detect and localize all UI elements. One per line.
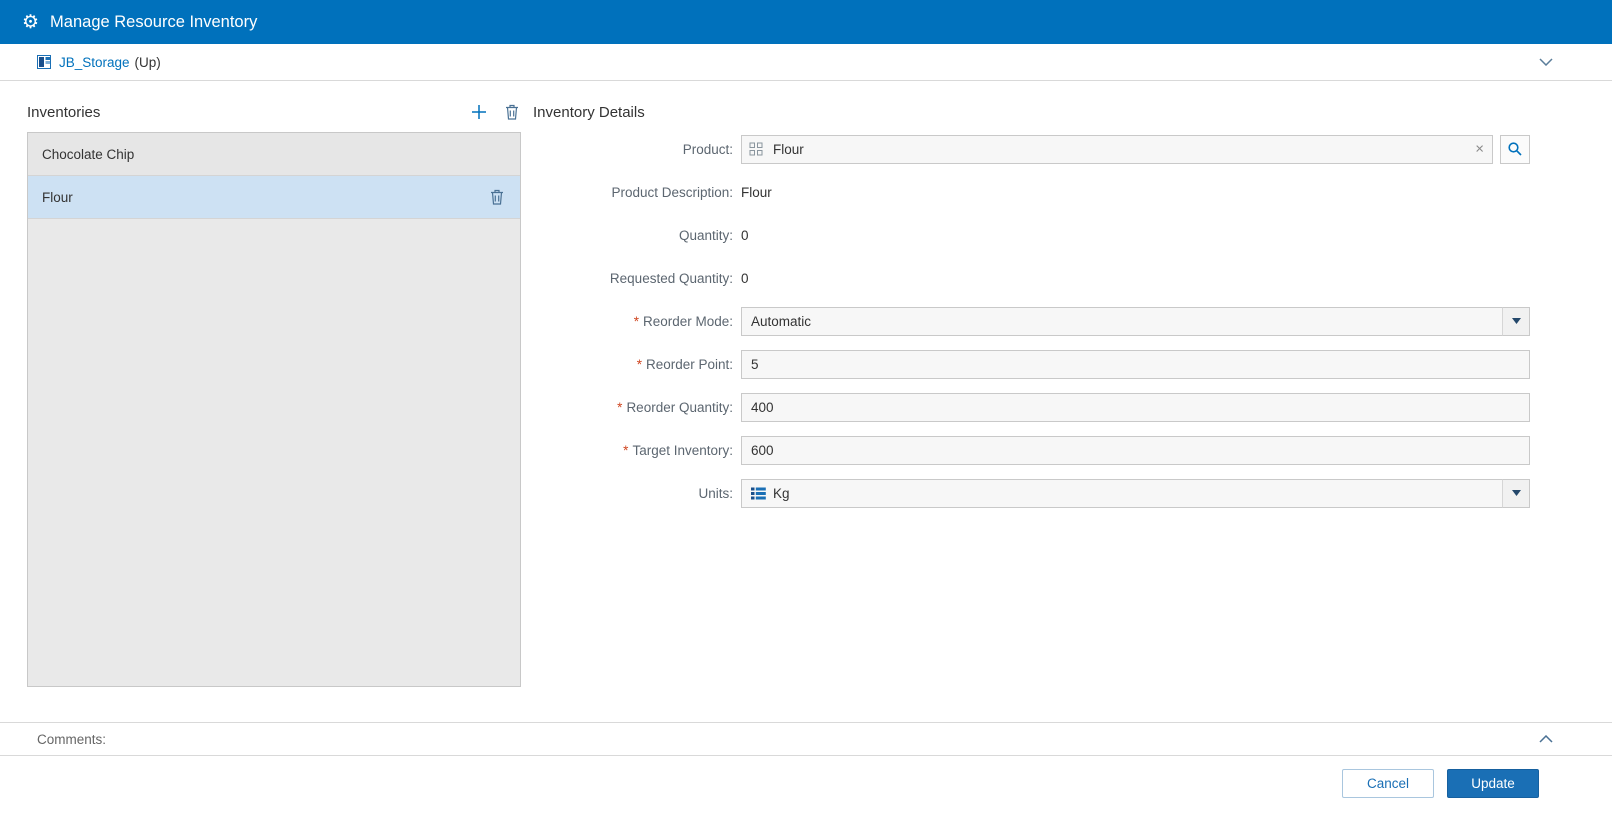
- trash-icon: [491, 189, 503, 205]
- inventories-title: Inventories: [27, 103, 101, 121]
- target-inventory-input[interactable]: [741, 435, 1530, 465]
- breadcrumb-suffix: (Up): [134, 54, 161, 70]
- reorder-quantity-input[interactable]: [741, 392, 1530, 422]
- reorder-mode-value: Automatic: [751, 313, 812, 329]
- chevron-up-icon: [1539, 735, 1553, 743]
- reorder-quantity-label: * Reorder Quantity:: [617, 399, 733, 415]
- requested-quantity-value: 0: [741, 270, 749, 286]
- main-content: Inventories Chocolate Chip Flour Invento…: [0, 81, 1612, 722]
- product-description-value: Flour: [741, 184, 772, 200]
- product-input[interactable]: [741, 134, 1493, 164]
- plus-icon: [472, 105, 486, 119]
- requested-quantity-label: Requested Quantity:: [609, 270, 733, 286]
- inventory-details-panel: Inventory Details Product: Flour × Produ…: [533, 98, 1612, 722]
- footer-actions: Cancel Update: [0, 755, 1612, 832]
- delete-row-button[interactable]: [488, 187, 506, 207]
- product-icon: [749, 142, 763, 156]
- details-title: Inventory Details: [533, 103, 645, 121]
- chevron-down-icon: [1539, 58, 1553, 66]
- product-label: Product:: [682, 141, 733, 157]
- units-label: Units:: [698, 485, 733, 501]
- units-value: Kg: [773, 485, 790, 501]
- comments-section: Comments:: [0, 722, 1612, 755]
- units-select[interactable]: Kg: [741, 478, 1530, 508]
- quantity-label: Quantity:: [678, 227, 733, 243]
- product-description-label: Product Description:: [611, 184, 733, 200]
- reorder-point-label: * Reorder Point:: [636, 356, 733, 372]
- inventories-panel: Inventories Chocolate Chip Flour: [27, 98, 521, 722]
- add-inventory-button[interactable]: [469, 102, 489, 122]
- trash-icon: [506, 104, 518, 120]
- breadcrumb: JB_Storage (Up): [0, 44, 1612, 81]
- list-item-chocolate-chip[interactable]: Chocolate Chip: [28, 133, 520, 176]
- list-item-flour[interactable]: Flour: [28, 176, 520, 219]
- product-search-button[interactable]: [1500, 134, 1530, 164]
- reorder-point-input[interactable]: [741, 349, 1530, 379]
- titlebar: ⚙ Manage Resource Inventory: [0, 0, 1612, 44]
- inventory-list: Chocolate Chip Flour: [27, 132, 521, 687]
- inventories-header: Inventories: [27, 98, 521, 126]
- required-asterisk: *: [623, 442, 629, 458]
- collapse-panel-button[interactable]: [1537, 56, 1555, 68]
- units-icon: [751, 487, 766, 500]
- gear-icon: ⚙: [22, 11, 40, 33]
- required-asterisk: *: [633, 313, 639, 329]
- delete-inventory-button[interactable]: [503, 102, 521, 122]
- product-row: ×: [741, 134, 1530, 164]
- list-item-label: Flour: [42, 189, 73, 205]
- comments-collapse-button[interactable]: [1537, 733, 1555, 745]
- required-asterisk: *: [617, 399, 623, 415]
- clear-icon[interactable]: ×: [1475, 142, 1484, 157]
- breadcrumb-link[interactable]: JB_Storage: [59, 55, 130, 70]
- storage-icon: [37, 55, 52, 69]
- reorder-mode-select[interactable]: Automatic: [741, 306, 1530, 336]
- reorder-mode-label: * Reorder Mode:: [633, 313, 733, 329]
- details-header: Inventory Details: [533, 98, 1530, 126]
- list-item-label: Chocolate Chip: [42, 146, 135, 162]
- details-form: Product: Flour × Product Description: Fl…: [533, 134, 1530, 508]
- comments-label: Comments:: [37, 731, 107, 747]
- units-dropdown-button[interactable]: [1502, 478, 1530, 508]
- target-inventory-label: * Target Inventory:: [623, 442, 733, 458]
- required-asterisk: *: [636, 356, 642, 372]
- dropdown-arrow-icon: [1511, 318, 1521, 324]
- reorder-mode-dropdown-button[interactable]: [1502, 306, 1530, 336]
- quantity-value: 0: [741, 227, 749, 243]
- update-button[interactable]: Update: [1447, 769, 1539, 798]
- dropdown-arrow-icon: [1511, 490, 1521, 496]
- page-title: Manage Resource Inventory: [50, 12, 258, 31]
- search-icon: [1508, 142, 1522, 156]
- cancel-button[interactable]: Cancel: [1342, 769, 1434, 798]
